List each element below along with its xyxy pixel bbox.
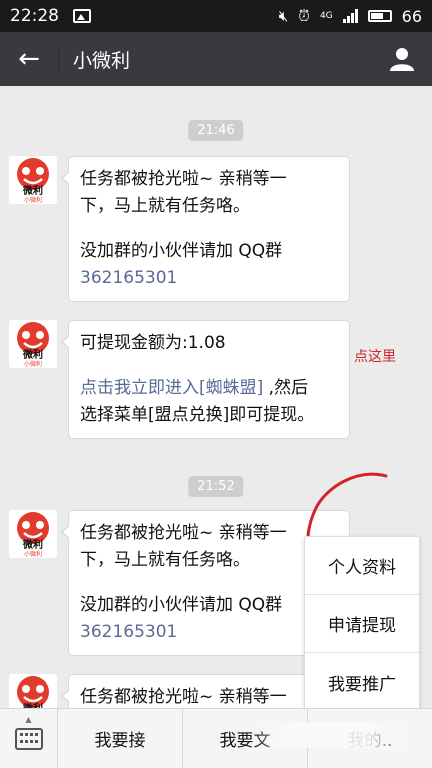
message-text: 可提现金额为:1.08 (80, 333, 226, 353)
signal-icon (342, 9, 358, 23)
svg-text:微利: 微利 (22, 348, 43, 361)
svg-text:小微利: 小微利 (24, 550, 42, 558)
person-icon (390, 48, 414, 71)
avatar[interactable]: 微利 小微利 (9, 674, 57, 708)
svg-text:小微利: 小微利 (24, 360, 42, 368)
message-text: 没加群的小伙伴请加 QQ群 (80, 595, 283, 615)
header-bar: ← 小微利 (0, 32, 432, 86)
image-icon (73, 9, 91, 23)
arrow-left-icon: ← (18, 44, 40, 74)
profile-button[interactable] (372, 32, 432, 86)
status-bar: 22:28 🔇︎ ⏰︎ 4G 66 (0, 0, 432, 32)
svg-text:小微利: 小微利 (24, 196, 42, 204)
back-button[interactable]: ← (0, 32, 58, 86)
menu-item-profile[interactable]: 个人资料 (305, 537, 419, 595)
battery-icon (367, 10, 392, 22)
keyboard-icon (14, 727, 43, 750)
message-text: 任务都被抢光啦~ 亲稍等一 (80, 687, 287, 707)
avatar[interactable]: 微利 小微利 (9, 510, 57, 558)
menu-button-take-task[interactable]: 我要接 (58, 709, 183, 768)
avatar[interactable]: 微利 小微利 (9, 320, 57, 368)
svg-text:微利: 微利 (22, 538, 43, 551)
status-time: 22:28 (10, 6, 59, 26)
mute-icon: 🔇︎ (278, 7, 289, 25)
caret-up-icon: ▲ (25, 715, 32, 724)
keyboard-toggle-button[interactable]: ▲ (0, 709, 58, 768)
battery-level: 66 (401, 6, 422, 26)
menu-item-promote[interactable]: 我要推广 (305, 653, 419, 711)
message-text: 任务都被抢光啦~ 亲稍等一 (80, 169, 287, 189)
avatar[interactable]: 微利 小微利 (9, 156, 57, 204)
alarm-icon: ⏰︎ (298, 7, 310, 25)
message-bubble[interactable]: 任务都被抢光啦~ 亲稍等一 下，马上就有任务咯。 没加群的小伙伴请加 QQ群 3… (61, 156, 350, 302)
popup-menu: 个人资料 申请提现 我要推广 (304, 536, 420, 712)
header-divider (58, 45, 59, 73)
image-smear (250, 722, 410, 748)
message-text: 没加群的小伙伴请加 QQ群 (80, 241, 283, 261)
network-label: 4G (319, 10, 333, 21)
page-title: 小微利 (73, 49, 131, 72)
timestamp: 21:52 (188, 476, 244, 497)
enter-spider-league-link[interactable]: 点击我立即进入[蜘蛛盟] (80, 378, 263, 398)
qq-group-number[interactable]: 362165301 (80, 265, 338, 292)
menu-item-withdraw[interactable]: 申请提现 (305, 595, 419, 653)
message-text: 下，马上就有任务咯。 (80, 196, 250, 216)
timestamp: 21:46 (188, 120, 244, 141)
svg-text:微利: 微利 (22, 184, 43, 197)
qq-group-number[interactable]: 362165301 (80, 619, 338, 646)
